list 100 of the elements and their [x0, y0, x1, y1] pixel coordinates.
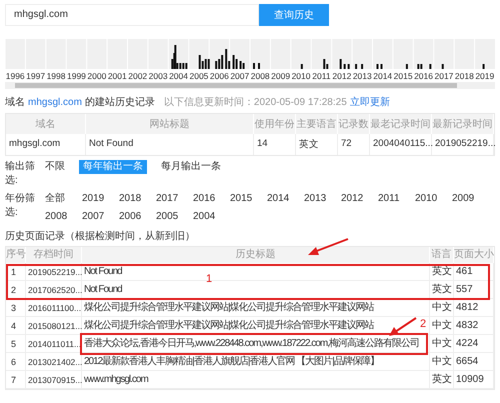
column-header: 记录数 — [338, 114, 370, 134]
year-filter-option[interactable]: 2004 — [189, 210, 226, 224]
column-header: 最新记录时间 — [432, 114, 494, 134]
info-label: 的建站历史记录 — [84, 96, 155, 109]
year-filter-option[interactable]: 2011 — [374, 192, 411, 206]
table-cell: 英文 — [432, 374, 452, 385]
table-cell: 1 — [11, 267, 16, 277]
column-header: 域名 — [6, 114, 86, 134]
table-cell: 5 — [11, 339, 16, 349]
column-header: 存档时间 — [26, 247, 82, 263]
column-header: 历史标题 — [82, 247, 430, 263]
table-cell: 2017062520... — [28, 285, 82, 295]
column-header: 主要语言 — [296, 114, 338, 134]
annotation-arrow — [388, 316, 418, 338]
year-filter-option[interactable]: 2009 — [448, 192, 485, 206]
year-label: 2003 — [148, 71, 168, 81]
year-label: 2015 — [392, 71, 414, 81]
year-label: 2009 — [270, 71, 291, 81]
year-filter-option[interactable]: 2016 — [189, 192, 226, 206]
table-cell: 2 — [11, 285, 16, 295]
year-filter-option[interactable]: 2012 — [337, 192, 374, 206]
output-filter-option[interactable]: 不限 — [41, 160, 69, 174]
year-label: 2005 — [188, 71, 210, 81]
year-filter-option[interactable]: 2015 — [226, 192, 263, 206]
year-label: 2000 — [86, 71, 108, 81]
horizontal-scrollbar[interactable] — [5, 82, 495, 89]
year-label: 2004 — [168, 71, 189, 81]
table-cell: 中文 — [432, 338, 452, 349]
filter-label: 输出筛选: — [5, 160, 35, 188]
year-label: 2006 — [209, 71, 230, 81]
year-label: 2001 — [107, 71, 128, 81]
year-label: 1999 — [66, 71, 87, 81]
table-cell: 4832 — [456, 320, 478, 331]
table-cell: 4 — [11, 321, 16, 331]
table-cell: 英文 — [432, 266, 452, 277]
table-cell: 2015080121... — [28, 321, 82, 331]
table-cell: 2012最新款香港人丰胸精油|香港人旗舰店|香港人官网 【大图片|品牌保障】 — [84, 356, 379, 367]
year-label: 2010 — [290, 71, 312, 81]
table-cell: 中文 — [432, 320, 452, 331]
table-cell: mhgsgl.com — [6, 134, 86, 155]
table-cell: 中文 — [432, 356, 452, 367]
year-filter-option[interactable]: 2005 — [152, 210, 189, 224]
table-cell: 2013070915... — [28, 375, 82, 385]
year-filter-option[interactable]: 全部 — [41, 192, 78, 206]
column-header: 最老记录时间 — [370, 114, 432, 134]
year-label: 2012 — [332, 71, 352, 81]
table-cell: 6654 — [456, 356, 478, 367]
column-header: 使用年份 — [254, 114, 296, 134]
year-label: 2016 — [413, 71, 434, 81]
table-cell: 72 — [338, 134, 370, 155]
annotation-arrow — [306, 237, 350, 257]
table-cell: 2014011011... — [28, 339, 82, 349]
table-cell: 2019052219... — [432, 134, 494, 155]
table-cell: Not Found — [86, 134, 254, 155]
year-label: 2007 — [230, 71, 250, 81]
year-filter-option[interactable]: 2013 — [300, 192, 337, 206]
year-label: 1997 — [25, 71, 46, 81]
year-filter-option[interactable]: 2014 — [263, 192, 300, 206]
table-cell: 英文 — [296, 134, 338, 155]
table-cell: 英文 — [432, 284, 452, 295]
update-time-text: 以下信息更新时间：2020-05-09 17:28:25 — [164, 96, 347, 109]
year-label: 2018 — [454, 71, 475, 81]
year-filter-option[interactable]: 2008 — [41, 210, 78, 224]
column-header: 网站标题 — [86, 114, 254, 134]
table-cell: 2013021402... — [28, 357, 82, 367]
info-label: 域名 — [5, 96, 25, 109]
year-filter-option[interactable]: 2007 — [78, 210, 115, 224]
year-filter-option[interactable]: 2010 — [411, 192, 448, 206]
year-filter-option[interactable]: 2017 — [152, 192, 189, 206]
domain-search-field[interactable]: mhgsgl.com — [5, 4, 259, 26]
table-cell: 4224 — [456, 338, 478, 349]
year-filter-option[interactable]: 2006 — [115, 210, 152, 224]
column-header: 语言 — [430, 247, 454, 263]
year-label: 2019 — [474, 71, 495, 81]
year-label: 2017 — [434, 71, 454, 81]
update-now-link[interactable]: 立即更新 — [350, 95, 390, 109]
table-cell: Not Found — [84, 266, 122, 277]
year-filter-option[interactable]: 2019 — [78, 192, 115, 206]
year-label: 2008 — [250, 71, 270, 81]
domain-link[interactable]: mhgsgl.com — [28, 97, 82, 108]
column-header: 页面大小 — [454, 247, 494, 263]
year-filter-option[interactable]: 2018 — [115, 192, 152, 206]
year-label: 1996 — [5, 71, 26, 81]
table-cell: 煤化公司提升综合管理水平建议网站|煤化公司提升综合管理水平建议网站 — [84, 320, 374, 331]
table-cell: 7 — [11, 375, 16, 385]
table-cell: www.mhgsgl.com — [84, 374, 148, 385]
year-label: 2014 — [372, 71, 393, 81]
table-cell: Not Found — [84, 284, 122, 295]
table-cell: 461 — [456, 266, 473, 277]
annotation-number: 2 — [420, 318, 426, 330]
year-label: 2011 — [311, 71, 332, 81]
table-cell: 4812 — [456, 302, 478, 313]
table-cell: 香港大众论坛,香港今日开马,www.228448.com,www.187222.com,梅河高速公路有限公司 — [84, 338, 419, 349]
section-title: 历史页面记录（根据检测时间，从新到旧） — [5, 230, 196, 243]
filter-label: 年份筛选: — [5, 192, 35, 220]
table-cell: 2004040115... — [370, 134, 432, 155]
table-cell: 煤化公司提升综合管理水平建议网站|煤化公司提升综合管理水平建议网站 — [84, 302, 374, 313]
table-cell: 3 — [11, 303, 16, 313]
annotation-number: 1 — [206, 273, 212, 285]
output-filter-option[interactable]: 每月输出一条 — [157, 160, 225, 174]
